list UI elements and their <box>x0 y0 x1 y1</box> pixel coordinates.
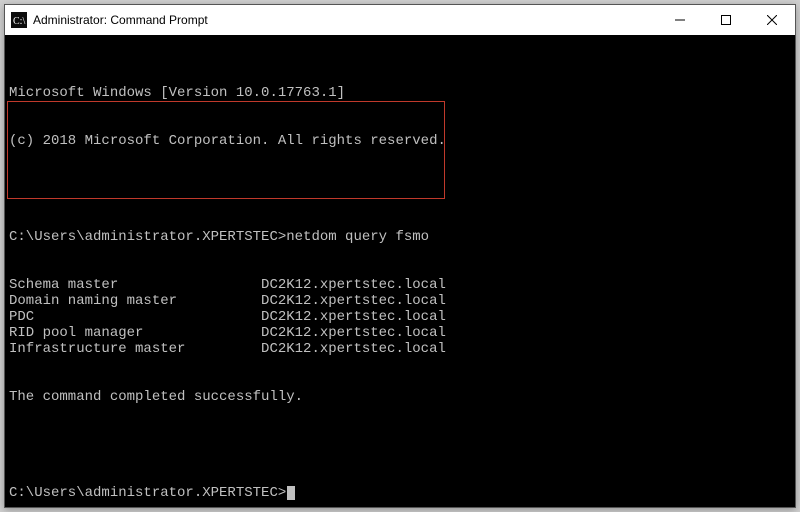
titlebar[interactable]: C:\ Administrator: Command Prompt <box>5 5 795 35</box>
banner-line: Microsoft Windows [Version 10.0.17763.1] <box>9 85 791 101</box>
close-icon <box>767 15 777 25</box>
cmd-icon: C:\ <box>11 12 27 28</box>
command-prompt-window: C:\ Administrator: Command Prompt Micros… <box>4 4 796 508</box>
fsmo-row: Infrastructure master DC2K12.xpertstec.l… <box>9 341 791 357</box>
prompt-path: C:\Users\administrator.XPERTSTEC> <box>9 229 286 245</box>
svg-text:C:\: C:\ <box>13 16 25 27</box>
window-title: Administrator: Command Prompt <box>33 13 208 27</box>
fsmo-row: RID pool manager DC2K12.xpertstec.local <box>9 325 791 341</box>
blank-line <box>9 437 791 453</box>
prompt-path: C:\Users\administrator.XPERTSTEC> <box>9 485 286 501</box>
fsmo-row: Schema master DC2K12.xpertstec.local <box>9 277 791 293</box>
cursor <box>287 486 295 500</box>
blank-line <box>9 181 791 197</box>
minimize-button[interactable] <box>657 5 703 35</box>
fsmo-row: Domain naming master DC2K12.xpertstec.lo… <box>9 293 791 309</box>
maximize-button[interactable] <box>703 5 749 35</box>
prompt-line: C:\Users\administrator.XPERTSTEC>netdom … <box>9 229 791 245</box>
fsmo-row: PDC DC2K12.xpertstec.local <box>9 309 791 325</box>
fsmo-output: Schema master DC2K12.xpertstec.localDoma… <box>9 277 791 357</box>
terminal-area[interactable]: Microsoft Windows [Version 10.0.17763.1]… <box>5 35 795 507</box>
prompt-line: C:\Users\administrator.XPERTSTEC> <box>9 485 791 501</box>
prompt-command: netdom query fsmo <box>286 229 429 245</box>
banner-line: (c) 2018 Microsoft Corporation. All righ… <box>9 133 791 149</box>
completion-line: The command completed successfully. <box>9 389 791 405</box>
close-button[interactable] <box>749 5 795 35</box>
maximize-icon <box>721 15 731 25</box>
minimize-icon <box>675 15 685 25</box>
